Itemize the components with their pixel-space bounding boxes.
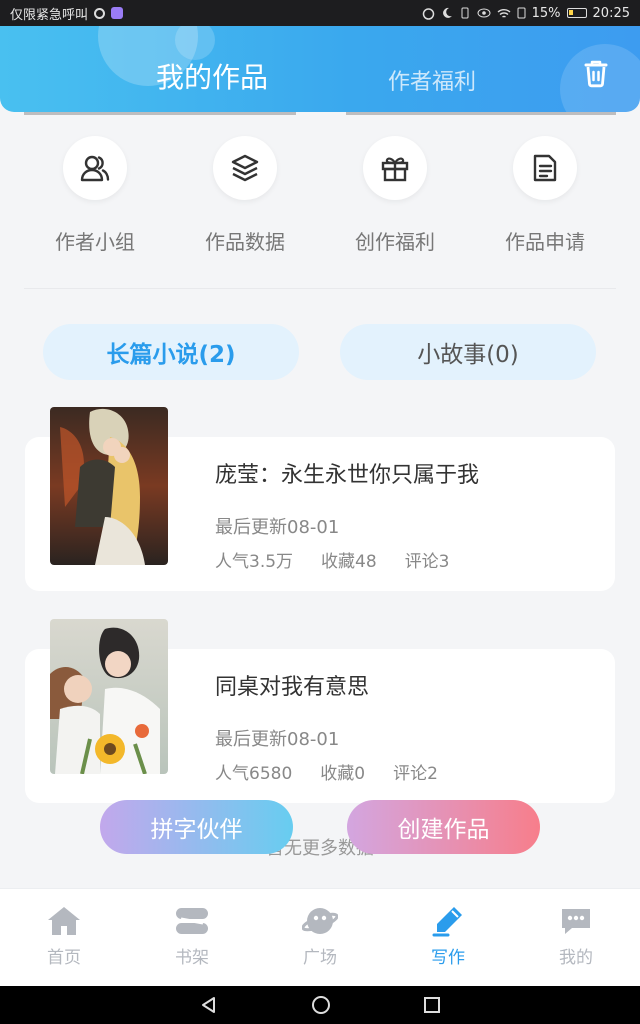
action-work-application[interactable]: 作品申请 [470, 136, 620, 255]
back-icon[interactable] [199, 995, 219, 1015]
group-icon [63, 136, 127, 200]
nav-mine[interactable]: 我的 [512, 889, 640, 986]
work-cover-image[interactable] [50, 619, 168, 774]
work-favorites: 收藏0 [320, 764, 366, 784]
quick-actions: 作者小组 作品数据 创作福利 作品申请 [20, 136, 620, 255]
pen-icon [432, 907, 462, 937]
action-creation-benefits[interactable]: 创作福利 [320, 136, 470, 255]
action-label: 作品数据 [205, 230, 285, 254]
work-comments: 评论3 [404, 552, 450, 572]
tab-long-novels[interactable]: 长篇小说(2) [43, 324, 299, 380]
layers-icon [213, 136, 277, 200]
status-bar: 仅限紧急呼叫 15% 20:25 [0, 0, 640, 26]
system-nav-bar [0, 986, 640, 1024]
action-author-group[interactable]: 作者小组 [20, 136, 170, 255]
eye-icon [477, 8, 491, 18]
moon-icon [442, 7, 452, 18]
battery-percent: 15% [531, 5, 561, 21]
vibrate-icon [461, 7, 469, 19]
work-title: 同桌对我有意思 [215, 675, 370, 700]
main-content: 作者小组 作品数据 创作福利 作品申请 长篇小说(2) 小故事(0) 庞莹：永生… [0, 112, 640, 888]
home-icon [48, 907, 80, 935]
trash-icon[interactable] [579, 56, 613, 90]
action-work-data[interactable]: 作品数据 [170, 136, 320, 255]
notification-icon [94, 7, 106, 19]
tab-author-benefits[interactable]: 作者福利 [388, 64, 476, 96]
banner-edge [24, 112, 616, 115]
home-circle-icon[interactable] [311, 995, 331, 1015]
document-icon [513, 136, 577, 200]
sim-icon [517, 7, 526, 19]
recents-icon[interactable] [423, 996, 441, 1014]
app-notification-icon [111, 7, 124, 19]
nav-label: 我的 [559, 948, 593, 968]
nav-writing[interactable]: 写作 [384, 889, 512, 986]
tab-short-stories[interactable]: 小故事(0) [340, 324, 596, 380]
work-popularity: 人气6580 [215, 764, 293, 784]
writing-partner-button[interactable]: 拼字伙伴 [100, 800, 293, 854]
work-title: 庞莹：永生永世你只属于我 [215, 463, 480, 488]
planet-icon [302, 908, 338, 934]
nav-label: 首页 [47, 948, 81, 968]
list-end-text: 暂无更多数据 [266, 838, 374, 859]
bookshelf-icon [176, 908, 208, 934]
nav-label: 书架 [175, 948, 209, 968]
work-updated: 最后更新08-01 [215, 517, 340, 538]
action-label: 作者小组 [55, 230, 135, 254]
clock: 20:25 [592, 5, 630, 21]
work-stats: 人气3.5万 收藏48 评论3 [215, 547, 450, 572]
work-favorites: 收藏48 [321, 552, 377, 572]
nav-label: 写作 [431, 948, 465, 968]
bottom-nav: 首页 书架 广场 写作 我的 [0, 888, 640, 986]
action-label: 作品申请 [505, 230, 585, 254]
work-stats: 人气6580 收藏0 评论2 [215, 759, 438, 784]
create-work-button[interactable]: 创建作品 [347, 800, 540, 854]
nav-home[interactable]: 首页 [0, 889, 128, 986]
nav-square[interactable]: 广场 [256, 889, 384, 986]
nav-bookshelf[interactable]: 书架 [128, 889, 256, 986]
chat-bubble-icon [562, 909, 590, 934]
divider [24, 288, 616, 289]
carrier-text: 仅限紧急呼叫 [10, 7, 89, 23]
wifi-icon [497, 8, 511, 18]
work-comments: 评论2 [393, 764, 438, 784]
work-popularity: 人气3.5万 [215, 552, 294, 572]
alarm-icon [422, 7, 434, 20]
gift-icon [363, 136, 427, 200]
action-label: 创作福利 [355, 230, 435, 254]
tab-my-works[interactable]: 我的作品 [156, 56, 268, 96]
nav-label: 广场 [303, 948, 337, 968]
header: 我的作品 作者福利 [0, 26, 640, 112]
decor-bubble [175, 26, 215, 60]
battery-icon [566, 8, 587, 18]
work-cover-image[interactable] [50, 407, 168, 565]
work-updated: 最后更新08-01 [215, 729, 340, 750]
